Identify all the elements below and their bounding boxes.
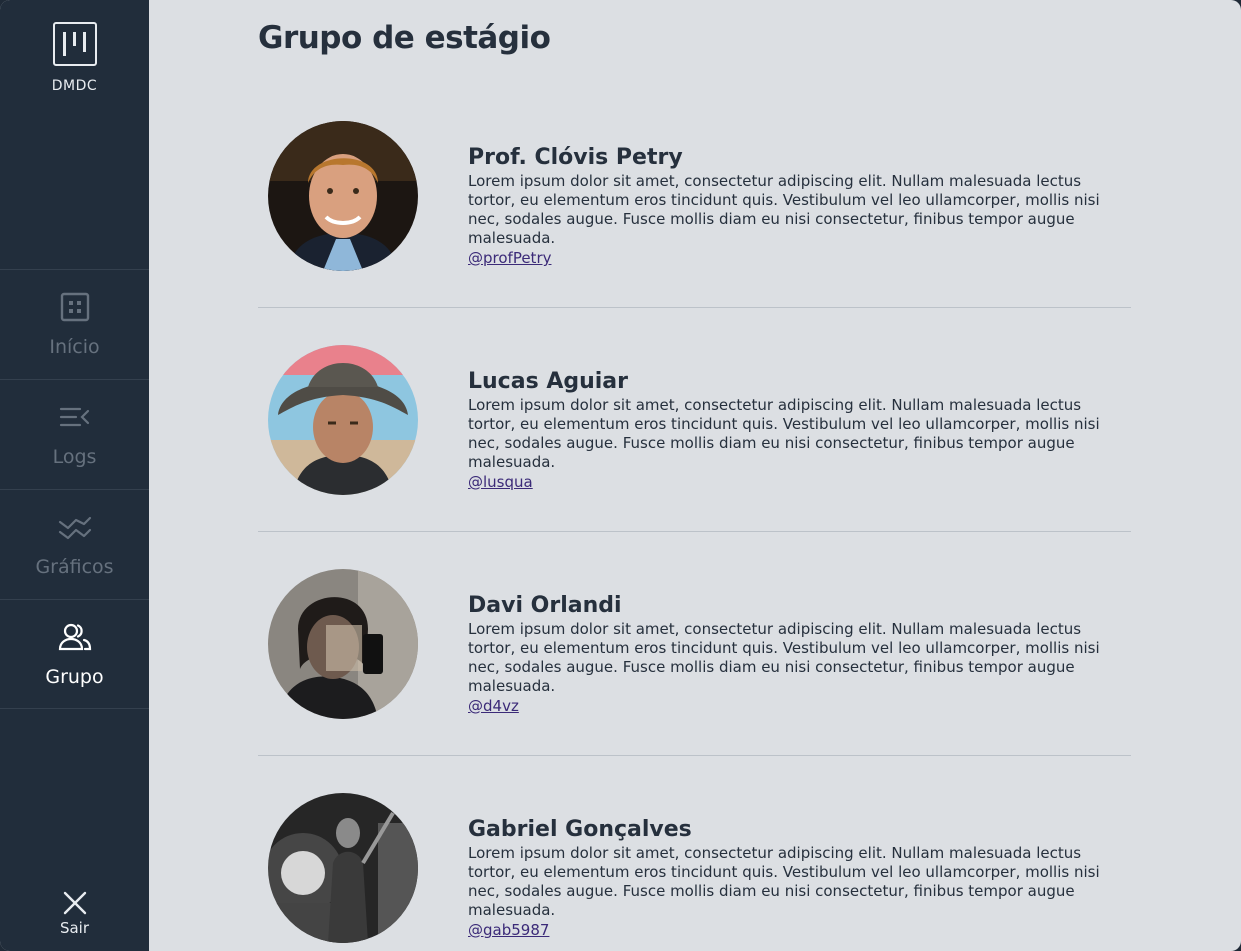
close-icon (63, 891, 86, 915)
member-name: Lucas Aguiar (468, 369, 628, 394)
brand[interactable]: DMDC (0, 22, 149, 94)
app-window: DMDC Início Logs Gráficos Grupo Sair Gru… (0, 0, 1241, 951)
member-list: Prof. Clóvis Petry Lorem ipsum dolor sit… (258, 84, 1131, 951)
avatar (268, 793, 418, 943)
users-icon (58, 623, 91, 651)
member-name: Prof. Clóvis Petry (468, 145, 683, 170)
list-collapse-icon (59, 407, 89, 427)
list-item: Gabriel Gonçalves Lorem ipsum dolor sit … (258, 756, 1131, 951)
member-handle-link[interactable]: @d4vz (468, 696, 519, 716)
brand-name: DMDC (51, 78, 98, 94)
sidebar: DMDC Início Logs Gráficos Grupo Sair (0, 0, 149, 951)
sidebar-item-grupo[interactable]: Grupo (0, 599, 149, 709)
sidebar-item-label: Grupo (45, 666, 104, 688)
member-bio: Lorem ipsum dolor sit amet, consectetur … (468, 172, 1100, 247)
trend-lines-icon (58, 516, 91, 540)
avatar (268, 345, 418, 495)
member-handle-link[interactable]: @lusqua (468, 472, 533, 492)
member-bio: Lorem ipsum dolor sit amet, consectetur … (468, 844, 1100, 919)
member-name: Davi Orlandi (468, 593, 622, 618)
sidebar-nav: Início Logs Gráficos Grupo (0, 269, 149, 709)
sidebar-item-label: Logs (52, 446, 97, 468)
member-info: Prof. Clóvis Petry Lorem ipsum dolor sit… (468, 144, 1128, 268)
avatar (268, 121, 418, 271)
page-title: Grupo de estágio (258, 20, 551, 56)
kanban-board-icon (52, 22, 97, 66)
member-name: Gabriel Gonçalves (468, 817, 692, 842)
list-item: Prof. Clóvis Petry Lorem ipsum dolor sit… (258, 84, 1131, 308)
list-item: Davi Orlandi Lorem ipsum dolor sit amet,… (258, 532, 1131, 756)
member-info: Lucas Aguiar Lorem ipsum dolor sit amet,… (468, 368, 1128, 492)
sidebar-item-label: Início (49, 336, 100, 358)
member-bio: Lorem ipsum dolor sit amet, consectetur … (468, 396, 1100, 471)
member-info: Davi Orlandi Lorem ipsum dolor sit amet,… (468, 592, 1128, 716)
logout-label: Sair (59, 919, 90, 937)
main-content: Grupo de estágio Prof. Clóvis Petry Lore… (149, 0, 1241, 951)
grid-icon (60, 292, 89, 322)
list-item: Lucas Aguiar Lorem ipsum dolor sit amet,… (258, 308, 1131, 532)
logout-button[interactable]: Sair (0, 889, 149, 937)
sidebar-item-graficos[interactable]: Gráficos (0, 489, 149, 599)
sidebar-item-inicio[interactable]: Início (0, 269, 149, 379)
member-handle-link[interactable]: @profPetry (468, 248, 551, 268)
member-handle-link[interactable]: @gab5987 (468, 920, 549, 940)
sidebar-item-logs[interactable]: Logs (0, 379, 149, 489)
avatar (268, 569, 418, 719)
member-info: Gabriel Gonçalves Lorem ipsum dolor sit … (468, 816, 1128, 940)
sidebar-item-label: Gráficos (35, 556, 114, 578)
member-bio: Lorem ipsum dolor sit amet, consectetur … (468, 620, 1100, 695)
